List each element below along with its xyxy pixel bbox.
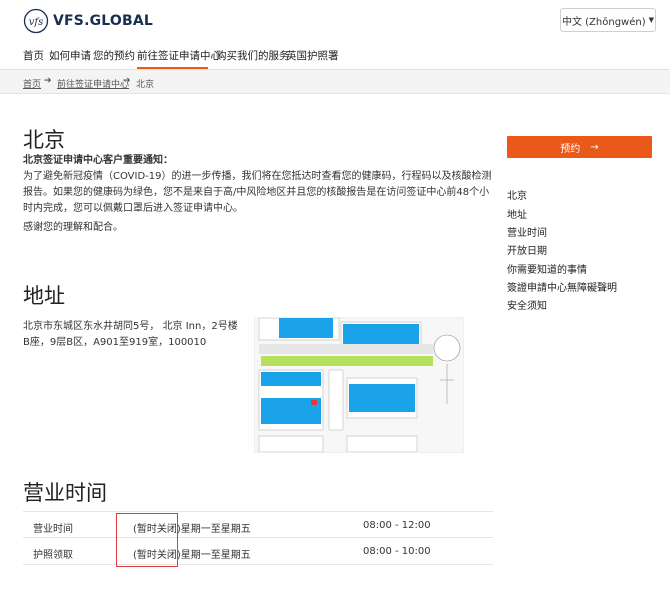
hours-label: 护照领取 — [33, 550, 73, 561]
breadcrumb: 首页 ➔ 前往签证申请中心 ➔ 北京 — [0, 70, 670, 94]
sidebar-link-safety[interactable]: 安全须知 — [507, 297, 547, 312]
breadcrumb-current: 北京 — [136, 80, 155, 90]
nav-item-your-appointment[interactable]: 您的预约 — [93, 48, 135, 63]
nav-active-indicator — [137, 67, 208, 69]
location-map — [254, 317, 464, 453]
notice-line-3: 时内完成，您可以佩戴口罩后进入签证申请中心。 — [23, 203, 243, 214]
hours-time: 08:00 - 10:00 — [363, 546, 431, 557]
vfs-logo[interactable]: vfs VFS.GLOBAL — [23, 8, 183, 34]
address-line-1: 北京市东城区东水井胡同5号， 北京 Inn，2号楼 — [23, 321, 238, 332]
nav-item-how-to-apply[interactable]: 如何申请 — [49, 48, 91, 63]
vfs-logo-icon: vfs — [23, 8, 49, 34]
address-title: 地址 — [23, 284, 65, 308]
table-row: 营业时间 (暂时关闭)星期一至星期五 08:00 - 12:00 — [23, 511, 493, 538]
brand-name: VFS.GLOBAL — [53, 13, 154, 29]
book-label: 预约 — [560, 143, 581, 155]
sidebar-link-beijing[interactable]: 北京 — [507, 187, 527, 202]
hours-label: 营业时间 — [33, 524, 73, 535]
nav-item-home[interactable]: 首页 — [23, 48, 44, 63]
sidebar-link-open-dates[interactable]: 开放日期 — [507, 242, 547, 257]
notice-line-2: 报告。如果您的健康码为绿色，您不是来自于高/中风险地区并且您的核酸报告是在访问签… — [23, 187, 490, 198]
arrow-right-icon: ➔ — [44, 76, 52, 86]
hours-title: 营业时间 — [23, 481, 107, 505]
highlight-box — [116, 513, 178, 567]
sidebar-link-accessibility[interactable]: 簽證申請中心無障礙聲明 — [507, 279, 617, 294]
caret-down-icon: ▼ — [648, 16, 655, 24]
thanks-text: 感谢您的理解和配合。 — [23, 222, 123, 233]
svg-text:vfs: vfs — [29, 17, 43, 28]
language-label: 中文 (Zhōngwén) — [561, 16, 646, 28]
hours-time: 08:00 - 12:00 — [363, 520, 431, 531]
address-line-2: B座，9层B区，A901至919室，100010 — [23, 337, 207, 348]
arrow-right-icon: → — [590, 141, 599, 153]
notice-heading: 北京签证申请中心客户重要通知： — [23, 155, 173, 166]
breadcrumb-home[interactable]: 首页 — [23, 77, 41, 90]
breadcrumb-visit-centre[interactable]: 前往签证申请中心 — [57, 77, 129, 90]
sidebar-link-hours[interactable]: 营业时间 — [507, 224, 547, 239]
arrow-right-icon: ➔ — [123, 76, 131, 86]
book-appointment-button[interactable]: 预约 → — [507, 136, 652, 158]
sidebar-link-address[interactable]: 地址 — [507, 206, 527, 221]
site-header: vfs VFS.GLOBAL 中文 (Zhōngwén) ▼ — [0, 0, 670, 40]
page-title: 北京 — [23, 128, 65, 152]
nav-item-hmpo[interactable]: 英国护照署 — [286, 48, 339, 63]
table-row: 护照领取 (暂时关闭)星期一至星期五 08:00 - 10:00 — [23, 538, 493, 565]
notice-line-1: 为了避免新冠疫情（COVID-19）的进一步传播，我们将在您抵达时查看您的健康码… — [23, 171, 492, 182]
nav-item-visit-centre[interactable]: 前往签证申请中心 — [137, 48, 221, 63]
sidebar-link-what-to-know[interactable]: 你需要知道的事情 — [507, 261, 587, 276]
main-nav: 首页 如何申请 您的预约 前往签证申请中心 购买我们的服务 英国护照署 — [0, 40, 670, 70]
language-selector[interactable]: 中文 (Zhōngwén) ▼ — [560, 8, 656, 32]
nav-item-buy-services[interactable]: 购买我们的服务 — [216, 48, 290, 63]
